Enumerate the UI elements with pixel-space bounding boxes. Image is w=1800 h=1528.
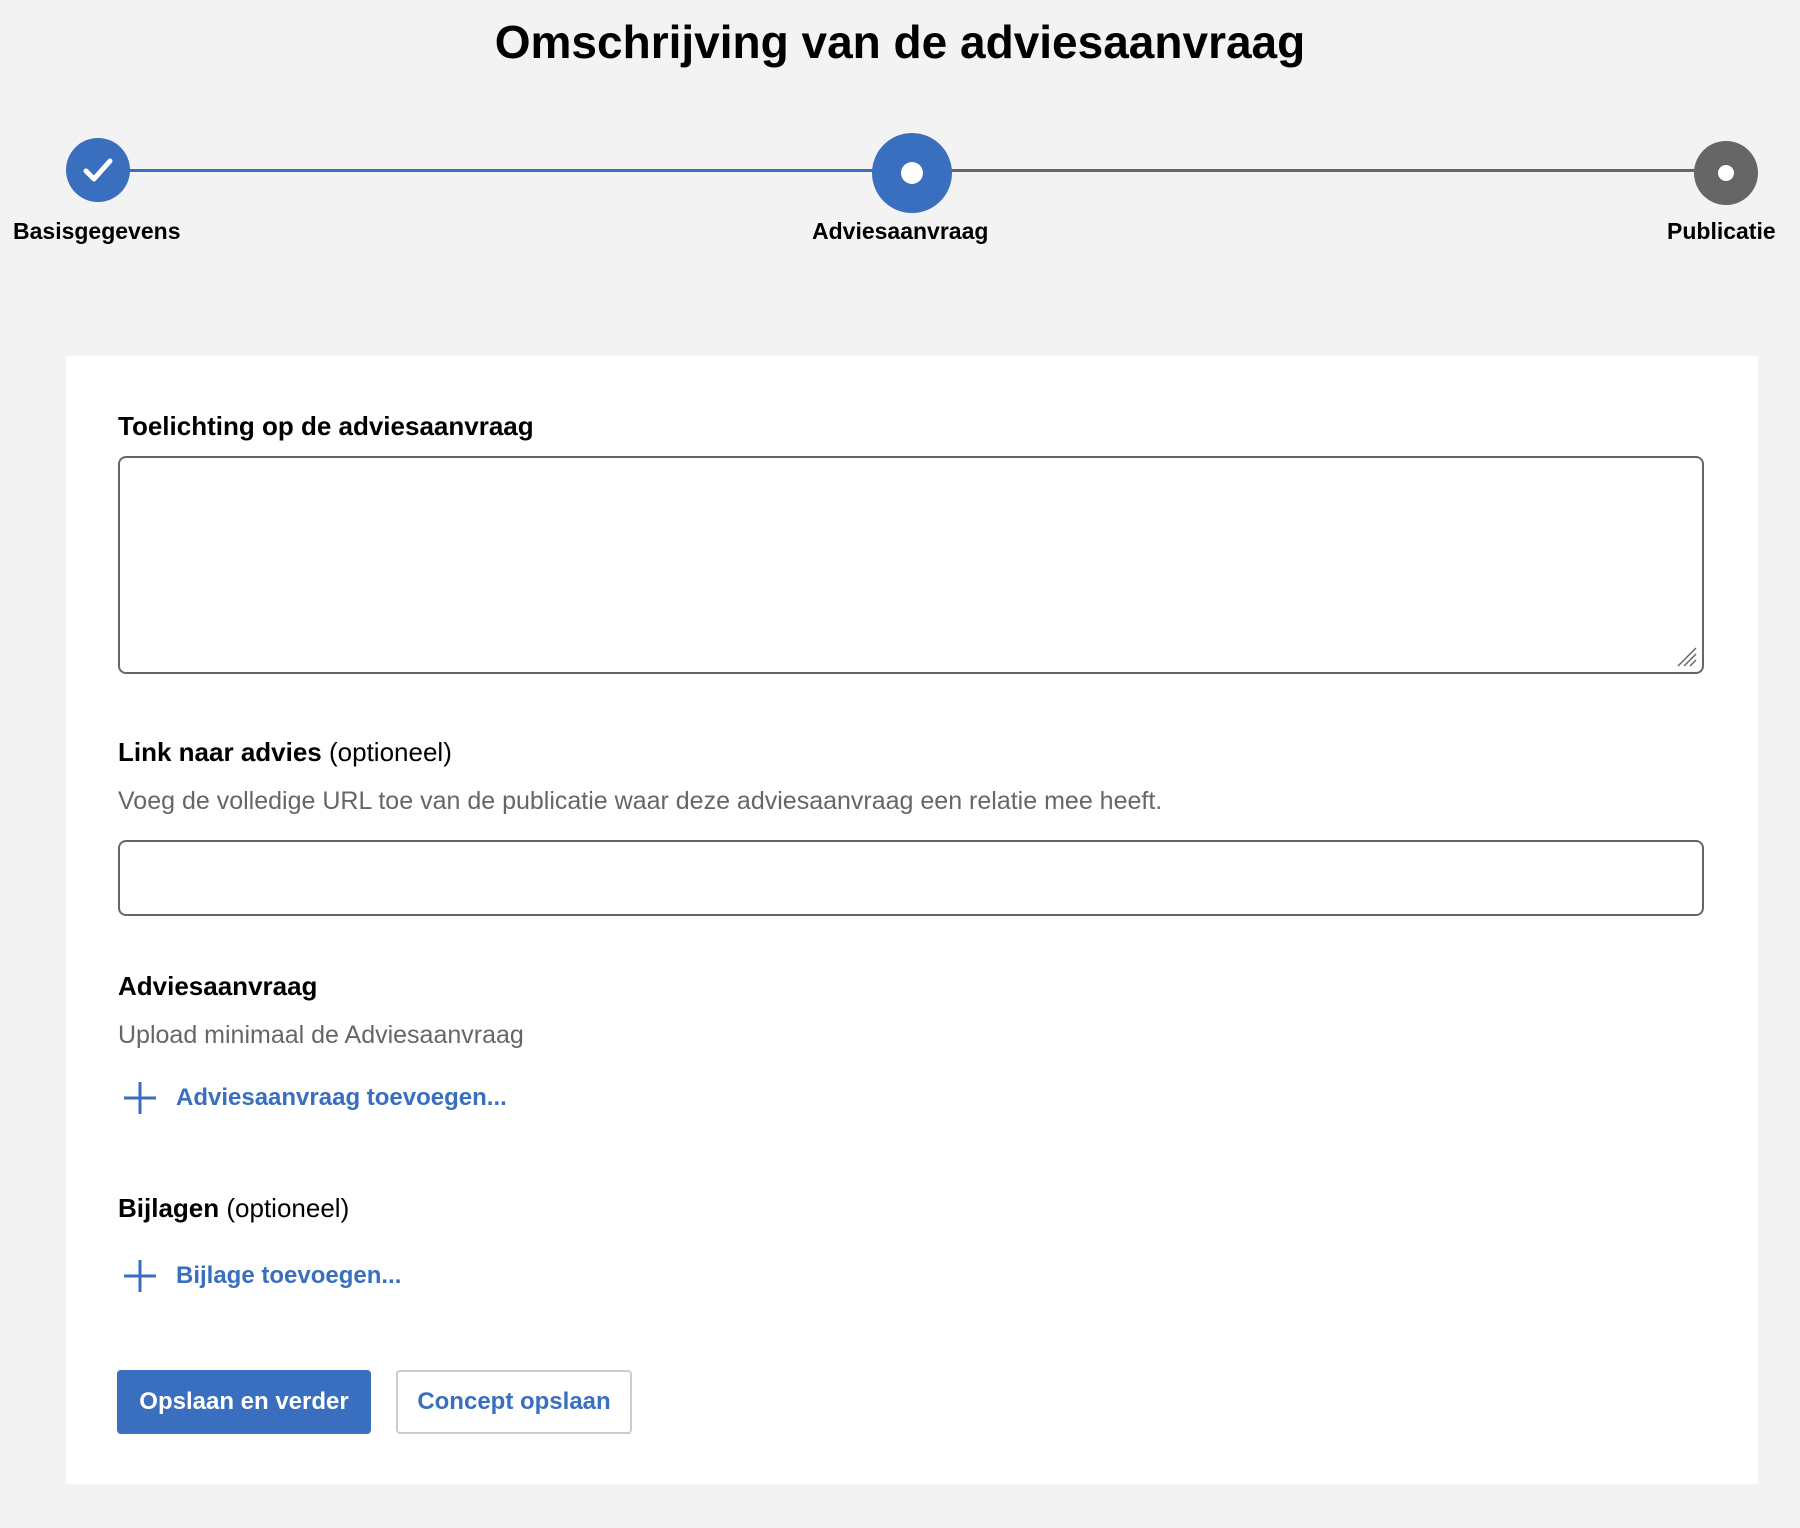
bijlagen-optional-label: (optioneel)	[226, 1193, 350, 1223]
plus-icon	[124, 1082, 156, 1114]
plus-icon	[124, 1260, 156, 1292]
link-label: Link naar advies (optioneel)	[118, 737, 452, 767]
add-bijlage-button[interactable]: Bijlage toevoegen...	[122, 1258, 401, 1294]
add-bijlage-label: Bijlage toevoegen...	[176, 1262, 402, 1289]
current-step-dot-icon	[901, 162, 923, 184]
link-input[interactable]	[118, 840, 1704, 916]
link-optional-label: (optioneel)	[329, 737, 452, 767]
form-card: Toelichting op de adviesaanvraag Link na…	[66, 356, 1758, 1484]
adviesaanvraag-hint: Upload minimaal de Adviesaanvraag	[118, 1021, 524, 1049]
adviesaanvraag-label: Adviesaanvraag	[118, 971, 318, 1001]
step-basisgegevens[interactable]	[66, 138, 130, 202]
step-publicatie	[1694, 141, 1758, 205]
page-title: Omschrijving van de adviesaanvraag	[494, 16, 1306, 68]
link-hint: Voeg de volledige URL toe van de publica…	[118, 787, 1163, 815]
checkmark-icon	[83, 158, 113, 182]
toelichting-textarea[interactable]	[118, 456, 1704, 674]
progress-stepper: Basisgegevens Adviesaanvraag Publicatie	[0, 130, 1800, 260]
step-connector-completed	[98, 169, 913, 172]
step-label-basisgegevens: Basisgegevens	[13, 218, 181, 244]
add-adviesaanvraag-button[interactable]: Adviesaanvraag toevoegen...	[122, 1080, 507, 1116]
bijlagen-label: Bijlagen (optioneel)	[118, 1193, 350, 1223]
step-label-publicatie: Publicatie	[1667, 218, 1776, 244]
save-continue-button[interactable]: Opslaan en verder	[117, 1370, 371, 1434]
step-adviesaanvraag	[872, 133, 952, 213]
add-adviesaanvraag-label: Adviesaanvraag toevoegen...	[176, 1084, 507, 1111]
step-label-adviesaanvraag: Adviesaanvraag	[812, 218, 989, 244]
save-draft-button[interactable]: Concept opslaan	[396, 1370, 632, 1434]
pending-step-dot-icon	[1718, 165, 1734, 181]
step-connector-pending	[913, 169, 1726, 172]
toelichting-label: Toelichting op de adviesaanvraag	[118, 411, 534, 441]
resize-handle-icon[interactable]	[1674, 644, 1698, 668]
